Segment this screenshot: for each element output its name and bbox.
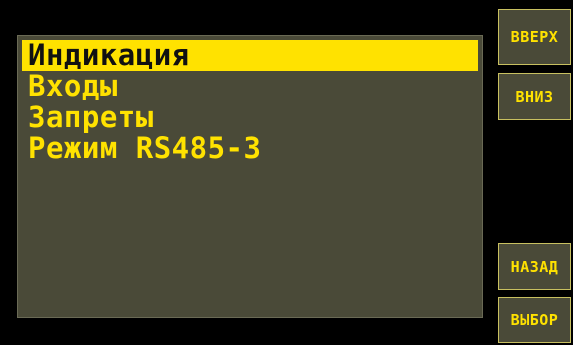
- menu-item-prohibitions[interactable]: Запреты: [22, 102, 478, 133]
- up-button[interactable]: ВВЕРХ: [498, 9, 571, 65]
- menu-panel: Индикация Входы Запреты Режим RS485-3: [17, 35, 483, 318]
- menu-list: Индикация Входы Запреты Режим RS485-3: [22, 40, 478, 164]
- menu-item-inputs[interactable]: Входы: [22, 71, 478, 102]
- display-screen: Индикация Входы Запреты Режим RS485-3 ВВ…: [0, 0, 573, 345]
- down-button[interactable]: ВНИЗ: [498, 73, 571, 120]
- menu-item-indication[interactable]: Индикация: [22, 40, 478, 71]
- select-button[interactable]: ВЫБОР: [498, 297, 571, 343]
- softkey-gap: [498, 127, 571, 237]
- back-button[interactable]: НАЗАД: [498, 243, 571, 290]
- menu-item-rs485-mode[interactable]: Режим RS485-3: [22, 133, 478, 164]
